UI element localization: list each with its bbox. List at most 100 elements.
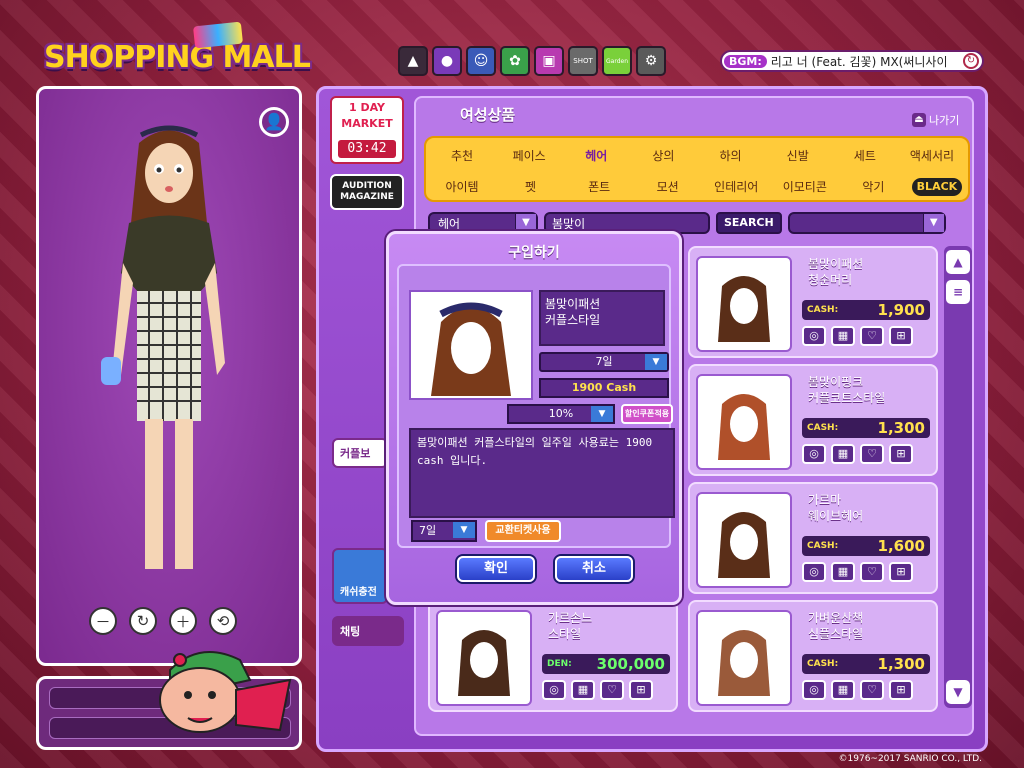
exit-icon: ⏏ (912, 113, 926, 127)
dialog-cost: 1900 Cash (539, 378, 669, 398)
item-card[interactable]: 봄맞이패션 청순머리 CASH: 1,900 ◎ ▦ ♡ ⊞ (688, 246, 938, 358)
exit-button[interactable]: ⏏ 나가기 (912, 112, 959, 128)
price-value: 1,300 (877, 419, 925, 437)
scroll-up-button[interactable]: ▲ (946, 250, 970, 274)
zoom-in-icon[interactable]: ＋ (169, 607, 197, 635)
item-card[interactable]: 가르손느 스타일 DEN: 300,000 ◎ ▦ ♡ ⊞ (428, 600, 678, 712)
one-day-label: 1 DAY (348, 101, 386, 114)
cart-icon[interactable]: ⊞ (889, 680, 913, 700)
dialog-description: 봄맞이패션 커플스타일의 일주일 사용료는 1900 cash 입니다. (409, 428, 675, 518)
chat-button[interactable]: 채팅 (332, 616, 404, 646)
sort-dropdown[interactable]: ▼ (787, 212, 946, 234)
gift-icon[interactable]: ▦ (831, 680, 855, 700)
try-on-icon[interactable]: ◎ (802, 326, 826, 346)
category-tab[interactable]: 이모티콘 (775, 178, 835, 196)
item-price: CASH: 1,900 (802, 300, 930, 320)
gift-icon[interactable]: ▦ (571, 680, 595, 700)
item-actions: ◎ ▦ ♡ ⊞ (802, 326, 913, 346)
scroll-thumb[interactable]: ≡ (946, 280, 970, 304)
rotate-icon[interactable]: ↻ (129, 607, 157, 635)
try-on-icon[interactable]: ◎ (802, 444, 826, 464)
bgm-bar: BGM: 리고 너 (Feat. 김꽃) MX(써니사이 ↻ (720, 50, 984, 72)
currency-label: CASH: (807, 659, 839, 669)
garden-icon[interactable]: Garden (602, 46, 632, 76)
smile-icon[interactable]: ☺ (466, 46, 496, 76)
cart-icon[interactable]: ⊞ (889, 444, 913, 464)
currency-label: DEN: (547, 659, 572, 669)
category-tab[interactable]: 헤어 (566, 147, 626, 164)
wishlist-icon[interactable]: ♡ (860, 326, 884, 346)
try-on-icon[interactable]: ◎ (802, 562, 826, 582)
item-thumbnail[interactable] (436, 610, 532, 706)
category-tab[interactable]: 모션 (638, 178, 698, 196)
cat-icon[interactable]: ✿ (500, 46, 530, 76)
item-actions: ◎ ▦ ♡ ⊞ (542, 680, 653, 700)
category-tab[interactable]: BLACK (911, 178, 962, 196)
category-tab[interactable]: 악기 (843, 178, 903, 196)
currency-label: CASH: (807, 541, 839, 551)
wishlist-icon[interactable]: ♡ (860, 680, 884, 700)
category-tabs: 추천 페이스 헤어 상의 하의 신발 세트 액세서리 아이템 펫 폰트 모션 인테리어 이모티콘 악기 BL… (424, 136, 970, 202)
item-card[interactable]: 가벼운산책 심플스타일 CASH: 1,300 ◎ ▦ ♡ ⊞ (688, 600, 938, 712)
hair-item-image (718, 512, 770, 578)
item-actions: ◎ ▦ ♡ ⊞ (802, 444, 913, 464)
bgm-song: 리고 너 (Feat. 김꽃) MX(써니사이 (770, 54, 948, 69)
discount-value: 10% (548, 407, 574, 420)
category-tab[interactable]: 폰트 (569, 178, 629, 196)
ghost-icon[interactable]: ● (432, 46, 462, 76)
item-thumbnail[interactable] (696, 610, 792, 706)
category-tab[interactable]: 세트 (835, 147, 895, 164)
discount-dropdown[interactable]: 10% ▼ (507, 404, 615, 424)
item-card[interactable]: 가르마 웨이브헤어 CASH: 1,600 ◎ ▦ ♡ ⊞ (688, 482, 938, 594)
category-tab[interactable]: 상의 (633, 147, 693, 164)
gift-icon[interactable]: ▦ (831, 326, 855, 346)
one-day-market-button[interactable]: 1 DAY MARKET 03:42 (330, 96, 404, 164)
item-card[interactable]: 봄맞이핑크 커플코트스타일 CASH: 1,300 ◎ ▦ ♡ ⊞ (688, 364, 938, 476)
wishlist-icon[interactable]: ♡ (860, 562, 884, 582)
couple-button[interactable]: 커플보 (332, 438, 388, 468)
cart-icon[interactable]: ▲ (398, 46, 428, 76)
category-tab[interactable]: 인테리어 (706, 178, 766, 196)
cart-icon[interactable]: ⊞ (889, 562, 913, 582)
ticket-period-dropdown[interactable]: 7일 ▼ (411, 520, 477, 542)
audition-magazine-button[interactable]: AUDITION MAGAZINE (330, 174, 404, 210)
item-thumbnail[interactable] (696, 256, 792, 352)
category-tab[interactable]: 펫 (501, 178, 561, 196)
category-tab[interactable]: 아이템 (432, 178, 492, 196)
category-tab[interactable]: 액세서리 (902, 147, 962, 164)
item-thumbnail[interactable] (696, 374, 792, 470)
wishlist-icon[interactable]: ♡ (600, 680, 624, 700)
undress-icon[interactable]: ⟲ (209, 607, 237, 635)
market-label: MARKET (341, 117, 393, 130)
category-tab[interactable]: 추천 (432, 147, 492, 164)
scroll-down-button[interactable]: ▼ (946, 680, 970, 704)
shot-icon[interactable]: SHOT (568, 46, 598, 76)
cart-icon[interactable]: ⊞ (629, 680, 653, 700)
try-on-icon[interactable]: ◎ (802, 680, 826, 700)
category-tab[interactable]: 페이스 (499, 147, 559, 164)
wishlist-icon[interactable]: ♡ (860, 444, 884, 464)
item-thumbnail[interactable] (696, 492, 792, 588)
gear-icon[interactable]: ⚙ (636, 46, 666, 76)
period-dropdown[interactable]: 7일 ▼ (539, 352, 669, 372)
try-on-icon[interactable]: ◎ (542, 680, 566, 700)
search-button[interactable]: SEARCH (716, 212, 782, 234)
currency-label: CASH: (807, 305, 839, 315)
use-exchange-ticket-button[interactable]: 교환티켓사용 (485, 520, 561, 542)
gift-icon[interactable]: ▦ (831, 444, 855, 464)
category-tab[interactable]: 하의 (701, 147, 761, 164)
bgm-refresh-button[interactable]: ↻ (963, 53, 979, 69)
gift-icon[interactable]: ▦ (831, 562, 855, 582)
cash-charge-button[interactable]: 캐쉬충전 (332, 548, 388, 604)
dialog-item-thumbnail (409, 290, 533, 400)
category-tab[interactable]: 신발 (768, 147, 828, 164)
copyright-text: ©1976~2017 SANRIO CO., LTD. (838, 754, 982, 764)
zoom-out-icon[interactable]: － (89, 607, 117, 635)
profile-icon[interactable]: 👤 (259, 107, 289, 137)
cart-icon[interactable]: ⊞ (889, 326, 913, 346)
confirm-button[interactable]: 확인 (457, 556, 535, 582)
item-scrollbar[interactable]: ▲ ≡ ▼ (944, 246, 972, 708)
cancel-button[interactable]: 취소 (555, 556, 633, 582)
apply-coupon-button[interactable]: 할인쿠폰적용 (621, 404, 673, 424)
tv-icon[interactable]: ▣ (534, 46, 564, 76)
